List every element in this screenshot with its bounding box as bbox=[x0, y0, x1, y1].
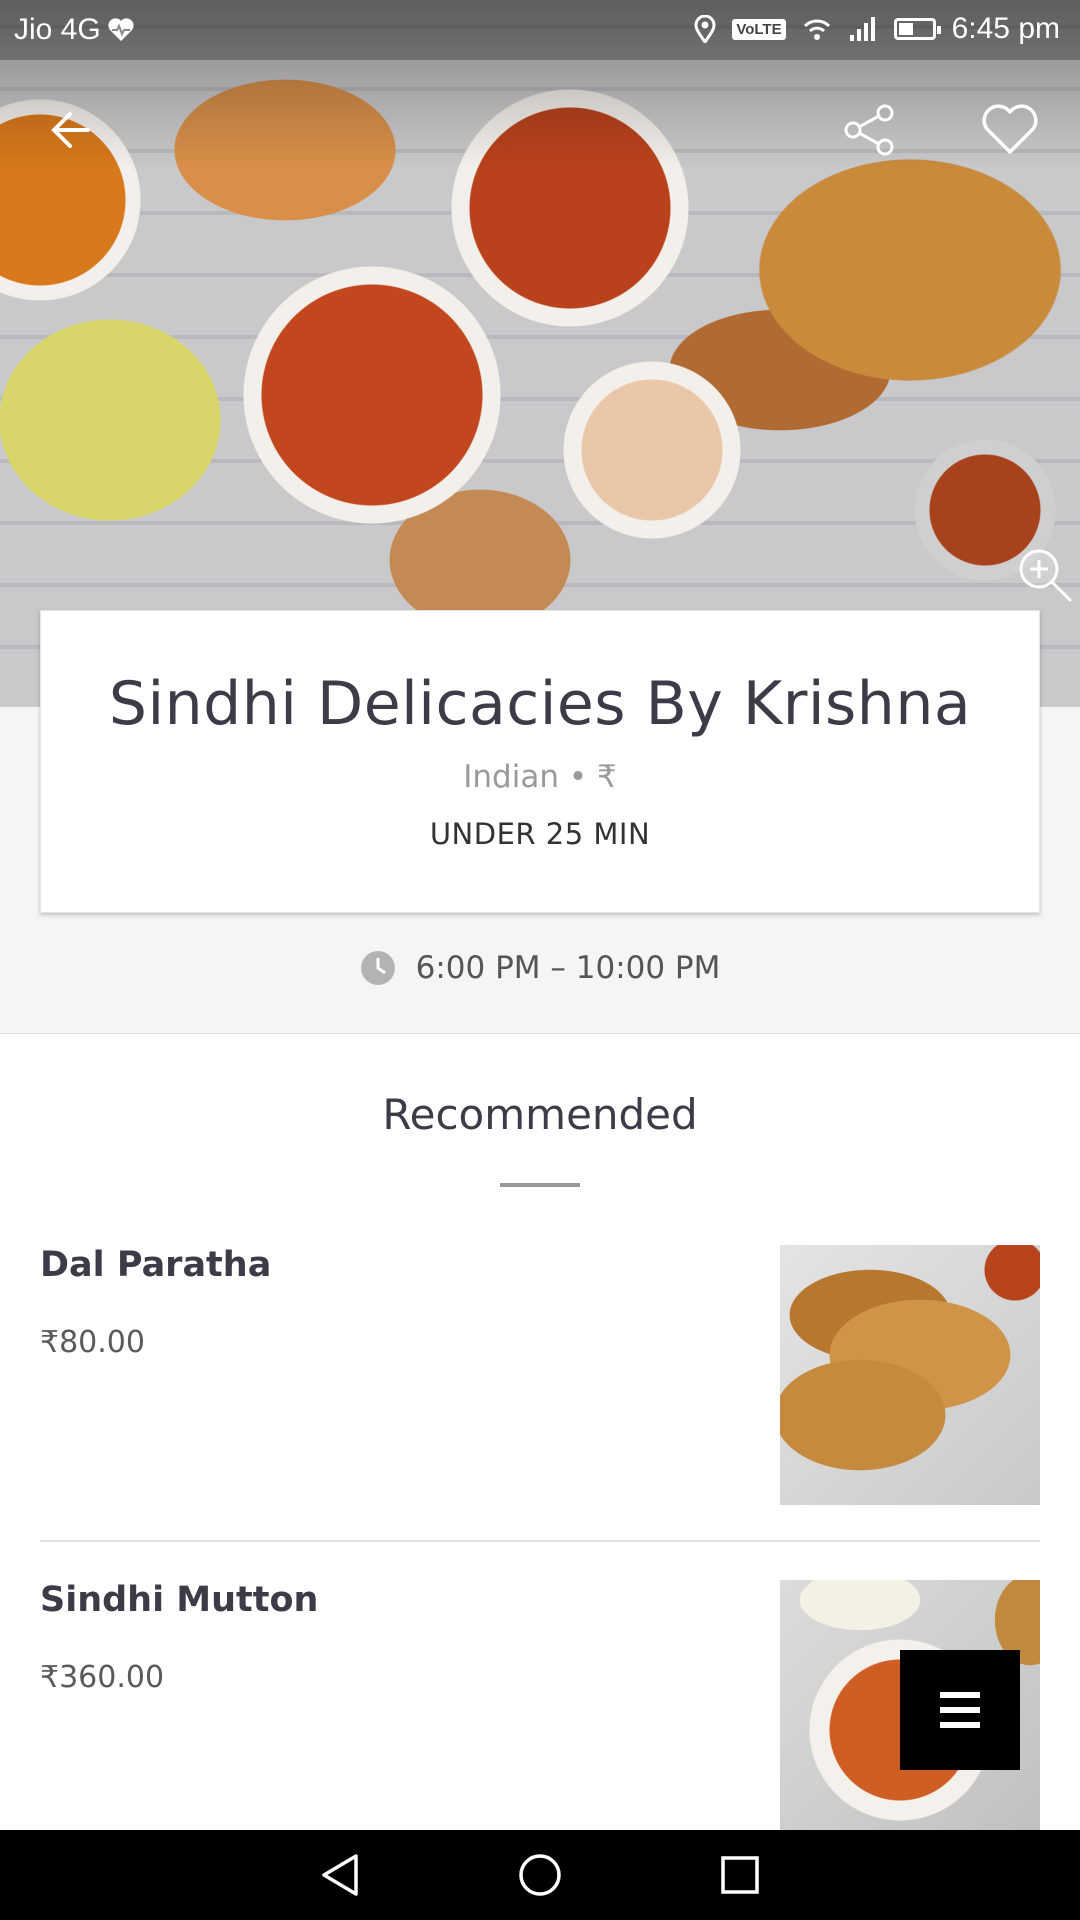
item-price: ₹80.00 bbox=[40, 1325, 145, 1360]
arrow-left-icon bbox=[51, 112, 90, 148]
location-icon bbox=[694, 13, 716, 45]
battery-level bbox=[898, 23, 913, 35]
back-button[interactable] bbox=[30, 90, 110, 170]
health-heart-icon bbox=[107, 14, 135, 46]
zoom-button[interactable] bbox=[1010, 540, 1080, 610]
opening-hours: 6:00 PM – 10:00 PM bbox=[0, 950, 1080, 986]
delivery-eta: UNDER 25 MIN bbox=[429, 817, 651, 851]
clock-icon bbox=[360, 951, 395, 985]
restaurant-info-card: Sindhi Delicacies By Krishna Indian • ₹ … bbox=[40, 610, 1040, 913]
restaurant-name: Sindhi Delicacies By Krishna bbox=[108, 669, 972, 739]
item-price: ₹360.00 bbox=[40, 1660, 165, 1695]
status-right: VoLTE 6:45 pm bbox=[694, 12, 1060, 46]
nav-back-icon bbox=[322, 1854, 358, 1896]
cuisine-price: Indian • ₹ bbox=[463, 759, 617, 795]
nav-recents-icon bbox=[721, 1856, 759, 1894]
zoom-in-icon bbox=[1019, 549, 1073, 603]
menu-item-dal-paratha[interactable]: Dal Paratha ₹80.00 bbox=[40, 1245, 1040, 1505]
volte-badge: VoLTE bbox=[732, 18, 786, 40]
signal-icon bbox=[848, 13, 878, 45]
item-divider bbox=[40, 1540, 1040, 1542]
hours-label: 6:00 PM – 10:00 PM bbox=[415, 950, 721, 986]
menu-button[interactable] bbox=[900, 1650, 1020, 1770]
status-bar: Jio 4G VoLTE 6:45 pm bbox=[0, 0, 1080, 60]
nav-home-button[interactable] bbox=[510, 1845, 570, 1905]
navigation-bar bbox=[0, 1830, 1080, 1920]
item-name: Dal Paratha bbox=[40, 1245, 272, 1285]
wifi-icon bbox=[802, 13, 832, 45]
item-image bbox=[780, 1245, 1040, 1505]
battery-icon bbox=[893, 18, 941, 40]
section-title: Recommended bbox=[382, 1090, 698, 1139]
favorite-button[interactable] bbox=[970, 90, 1050, 170]
carrier-label: Jio 4G bbox=[14, 13, 101, 46]
menu-item-sindhi-mutton[interactable]: Sindhi Mutton ₹360.00 bbox=[40, 1580, 1040, 1830]
heart-icon bbox=[982, 104, 1038, 154]
share-button[interactable] bbox=[830, 90, 910, 170]
item-name: Sindhi Mutton bbox=[40, 1580, 319, 1620]
nav-back-button[interactable] bbox=[310, 1845, 370, 1905]
section-underline bbox=[500, 1183, 580, 1187]
share-icon bbox=[844, 104, 894, 156]
nav-recents-button[interactable] bbox=[710, 1845, 770, 1905]
status-left: Jio 4G bbox=[14, 13, 135, 47]
clock-time: 6:45 pm bbox=[951, 12, 1060, 45]
menu-icon bbox=[940, 1692, 980, 1728]
nav-home-icon bbox=[519, 1854, 561, 1896]
